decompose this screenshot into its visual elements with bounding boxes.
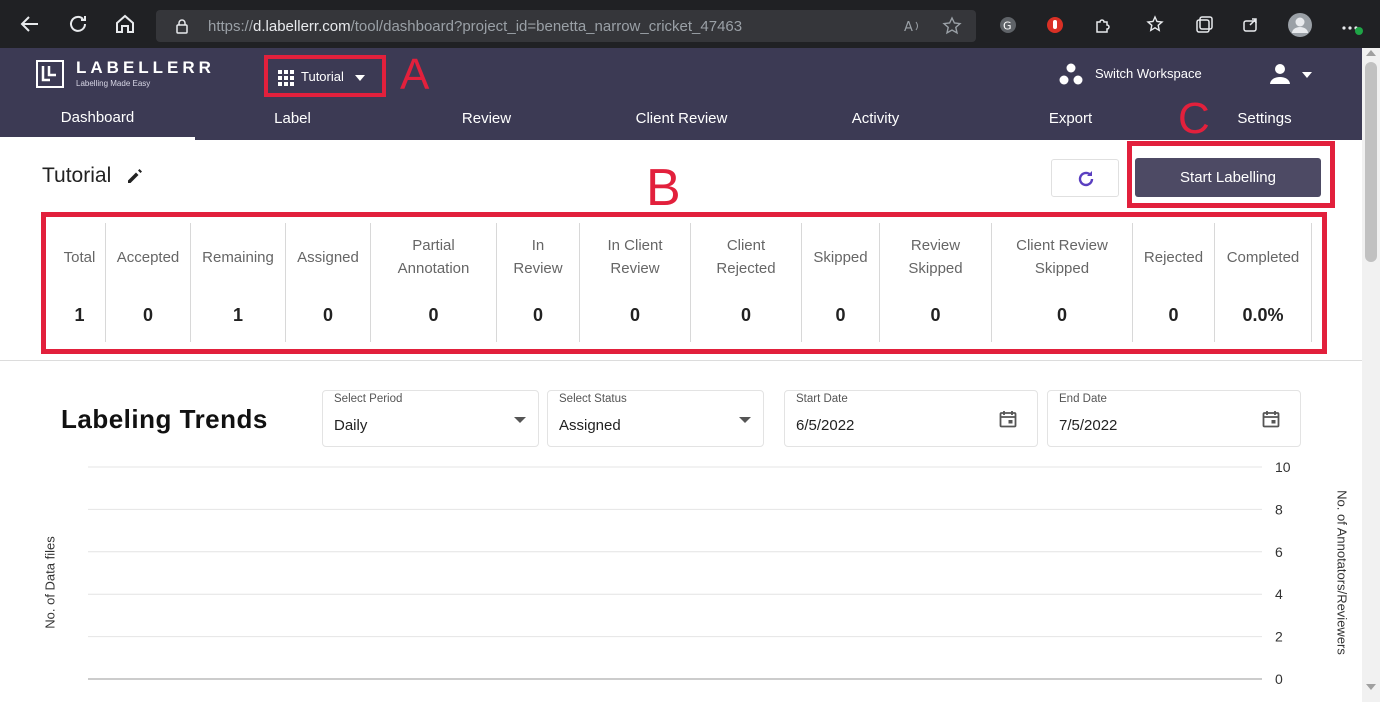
browser-share-icon[interactable] (1241, 15, 1261, 35)
home-icon[interactable] (113, 12, 137, 36)
dropdown-arrow-icon (514, 417, 526, 423)
tab-activity[interactable]: Activity (778, 100, 973, 140)
stat-total: Total 1 (54, 223, 106, 342)
chevron-down-icon (1302, 72, 1312, 78)
annotation-label-a: A (400, 50, 430, 99)
more-options-icon[interactable] (1340, 18, 1364, 38)
select-period-value: Daily (334, 417, 368, 434)
logo-wordmark: LABELLERR (76, 58, 215, 77)
back-arrow-icon[interactable] (18, 12, 42, 36)
stat-in-client-review: In Client Review 0 (580, 223, 691, 342)
annotation-label-c: C (1178, 94, 1210, 143)
url-text: https://d.labellerr.com/tool/dashboard?p… (208, 18, 743, 35)
stat-in-review: In Review 0 (497, 223, 580, 342)
labeling-trends-chart: 10 8 6 4 2 0 (88, 459, 1291, 687)
calendar-icon[interactable] (999, 410, 1017, 428)
chart-y2-tick-label: 0 (1275, 671, 1283, 687)
browser-toolbar: https://d.labellerr.com/tool/dashboard?p… (0, 0, 1380, 48)
app-header: LABELLERR Labelling Made Easy Tutorial S… (0, 48, 1362, 100)
address-bar[interactable]: https://d.labellerr.com/tool/dashboard?p… (156, 10, 976, 42)
switch-workspace-button[interactable]: Switch Workspace (1058, 62, 1218, 86)
svg-text:A: A (904, 20, 913, 34)
scrollbar-thumb[interactable] (1365, 62, 1377, 262)
project-selector[interactable]: Tutorial (264, 55, 386, 97)
user-menu[interactable] (1268, 62, 1318, 86)
dropdown-arrow-icon (739, 417, 751, 423)
stat-client-review-skipped: Client Review Skipped 0 (992, 223, 1133, 342)
annotation-label-b: B (646, 159, 681, 217)
adblock-extension-icon[interactable] (1045, 15, 1065, 35)
stat-rejected: Rejected 0 (1133, 223, 1215, 342)
stat-remaining: Remaining 1 (191, 223, 286, 342)
switch-workspace-label: Switch Workspace (1095, 66, 1202, 81)
chart-y2-tick-label: 2 (1275, 629, 1283, 645)
read-aloud-icon[interactable]: A (904, 18, 922, 34)
tab-dashboard[interactable]: Dashboard (0, 100, 195, 140)
svg-text:G: G (1003, 20, 1012, 33)
stat-review-skipped: Review Skipped 0 (880, 223, 992, 342)
start-date-field[interactable]: Start Date 6/5/2022 (784, 390, 1038, 447)
chevron-down-icon (355, 75, 365, 81)
logo-tagline: Labelling Made Easy (76, 79, 151, 88)
end-date-value: 7/5/2022 (1059, 417, 1118, 434)
tab-export[interactable]: Export (973, 100, 1168, 140)
collections-icon[interactable] (1194, 15, 1214, 35)
select-period-label: Select Period (334, 393, 403, 405)
tab-review[interactable]: Review (389, 100, 584, 140)
chart-y2-tick-label: 10 (1275, 459, 1291, 475)
refresh-icon (1078, 171, 1094, 187)
lock-icon (176, 19, 188, 34)
end-date-field[interactable]: End Date 7/5/2022 (1047, 390, 1301, 447)
tab-client-review[interactable]: Client Review (584, 100, 779, 140)
favorite-star-icon[interactable] (942, 16, 962, 36)
user-icon (1270, 64, 1290, 84)
end-date-label: End Date (1059, 393, 1107, 405)
reload-icon[interactable] (66, 12, 90, 36)
stat-client-rejected: Client Rejected 0 (691, 223, 802, 342)
stat-accepted: Accepted 0 (106, 223, 191, 342)
grammarly-extension-icon[interactable]: G (998, 15, 1018, 35)
workspace-dots-icon (1059, 63, 1083, 85)
browser-profile-avatar[interactable] (1287, 12, 1313, 38)
page-scrollbar[interactable] (1362, 48, 1380, 702)
start-labelling-button[interactable]: Start Labelling (1135, 158, 1321, 197)
scroll-down-arrow-icon[interactable] (1366, 684, 1376, 690)
favorites-icon[interactable] (1146, 15, 1166, 35)
project-name: Tutorial (301, 69, 344, 84)
chart-y2-tick-label: 4 (1275, 586, 1283, 602)
pencil-edit-icon[interactable] (126, 167, 144, 185)
select-status-dropdown[interactable]: Select Status Assigned (547, 390, 764, 447)
stat-skipped: Skipped 0 (802, 223, 880, 342)
select-status-label: Select Status (559, 393, 627, 405)
select-status-value: Assigned (559, 417, 621, 434)
chart-y2-tick-label: 8 (1275, 501, 1283, 517)
calendar-icon[interactable] (1262, 410, 1280, 428)
select-period-dropdown[interactable]: Select Period Daily (322, 390, 539, 447)
section-divider (0, 360, 1362, 361)
page-title: Tutorial (42, 164, 112, 187)
start-date-label: Start Date (796, 393, 848, 405)
stat-assigned: Assigned 0 (286, 223, 371, 342)
chart-y2-tick-label: 6 (1275, 544, 1283, 560)
refresh-button[interactable] (1051, 159, 1119, 197)
scroll-up-arrow-icon[interactable] (1366, 50, 1376, 56)
labeling-trends-title: Labeling Trends (61, 404, 268, 434)
apps-grid-icon (278, 70, 294, 86)
chart-y2-axis-label: No. of Annotators/Reviewers (1334, 490, 1350, 655)
stat-partial-annotation: Partial Annotation 0 (371, 223, 497, 342)
labellerr-logo-icon (36, 60, 64, 88)
stat-completed: Completed 0.0% (1215, 223, 1312, 342)
start-date-value: 6/5/2022 (796, 417, 855, 434)
chart-y-axis-label: No. of Data files (42, 536, 58, 629)
tab-nav: Dashboard Label Review Client Review Act… (0, 100, 1362, 140)
extensions-puzzle-icon[interactable] (1093, 15, 1113, 35)
tab-label[interactable]: Label (195, 100, 390, 140)
